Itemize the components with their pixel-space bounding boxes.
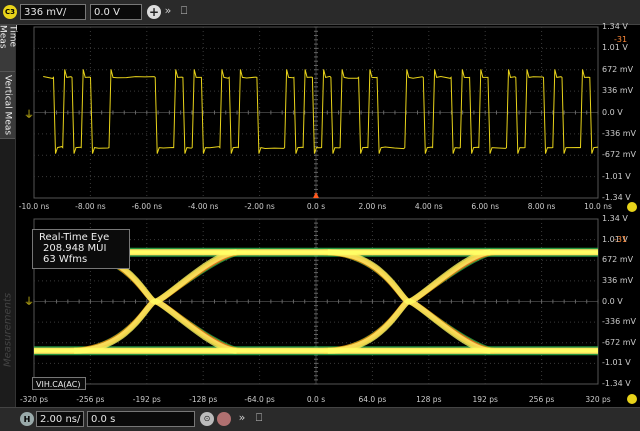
lower-y-tick: -1.01 V <box>602 358 631 367</box>
upper-marker-text: -31 <box>614 35 627 44</box>
expand-chevron-icon[interactable]: » <box>236 411 248 425</box>
upper-y-tick: 672 mV <box>602 65 633 74</box>
lower-x-tick: -192 ps <box>133 395 161 404</box>
channel-marker-icon <box>627 202 637 212</box>
eye-box-mui: 208.948 MUI <box>43 243 106 254</box>
lower-y-tick: 1.34 V <box>602 214 628 223</box>
lower-y-tick: -672 mV <box>602 338 636 347</box>
lower-x-tick: 0.0 s <box>307 395 325 404</box>
lower-x-tick: -128 ps <box>189 395 217 404</box>
scope-display: ⏚⏚ <box>0 0 640 430</box>
upper-x-tick: -6.00 ns <box>132 202 162 211</box>
waveform-trace <box>43 69 598 153</box>
upper-x-tick: 0.0 s <box>307 202 325 211</box>
upper-x-tick: 6.00 ns <box>471 202 499 211</box>
upper-grid <box>34 27 598 198</box>
upper-x-tick: -8.00 ns <box>75 202 105 211</box>
timebase-field[interactable]: 2.00 ns/ <box>36 411 84 427</box>
lower-x-tick: -320 ps <box>20 395 48 404</box>
upper-x-tick: -4.00 ns <box>188 202 218 211</box>
trigger-marker <box>313 192 319 198</box>
channel-marker-icon <box>627 394 637 404</box>
position-field[interactable]: 0.0 s <box>87 411 195 427</box>
upper-y-tick: 336 mV <box>602 86 633 95</box>
lower-x-tick: 192 ps <box>473 395 498 404</box>
vih-label-box[interactable]: VIH.CA(AC) <box>32 377 86 390</box>
zoom-icon[interactable]: ⊙ <box>200 412 214 426</box>
upper-x-tick: 10.0 ns <box>584 202 612 211</box>
upper-y-tick: 0.0 V <box>602 108 623 117</box>
upper-y-tick: -1.34 V <box>602 193 631 202</box>
ground-marker-icon: ⏚ <box>24 296 34 308</box>
lower-x-tick: -256 ps <box>76 395 104 404</box>
record-icon[interactable] <box>217 412 231 426</box>
pin-icon[interactable]: ⎕ <box>253 411 265 425</box>
lower-y-tick: 336 mV <box>602 276 633 285</box>
upper-y-tick: 1.34 V <box>602 22 628 31</box>
lower-x-tick: 128 ps <box>416 395 441 404</box>
lower-x-tick: 256 ps <box>529 395 554 404</box>
lower-y-tick: 0.0 V <box>602 297 623 306</box>
horizontal-badge[interactable]: H <box>20 412 34 426</box>
ground-marker-icon: ⏚ <box>24 109 34 121</box>
upper-y-tick: 1.01 V <box>602 43 628 52</box>
eye-box-title: Real-Time Eye <box>39 232 109 243</box>
lower-y-tick: 672 mV <box>602 255 633 264</box>
upper-y-tick: -1.01 V <box>602 172 631 181</box>
lower-x-tick: 64.0 ps <box>359 395 387 404</box>
lower-marker-text: -31 <box>614 235 627 244</box>
upper-x-tick: 4.00 ns <box>415 202 443 211</box>
upper-x-tick: 2.00 ns <box>359 202 387 211</box>
upper-x-tick: -10.0 ns <box>19 202 49 211</box>
eye-measurement-box[interactable]: Real-Time Eye 208.948 MUI 63 Wfms <box>32 229 130 269</box>
lower-x-tick: -64.0 ps <box>244 395 274 404</box>
lower-y-tick: -336 mV <box>602 317 636 326</box>
upper-x-tick: -2.00 ns <box>244 202 274 211</box>
upper-y-tick: -336 mV <box>602 129 636 138</box>
lower-y-tick: -1.34 V <box>602 379 631 388</box>
upper-x-tick: 8.00 ns <box>528 202 556 211</box>
horizontal-toolbar: H 2.00 ns/ 0.0 s ⊙ » ⎕ <box>0 407 640 431</box>
eye-box-wfms: 63 Wfms <box>43 254 87 265</box>
lower-x-tick: 320 ps <box>585 395 610 404</box>
upper-y-tick: -672 mV <box>602 150 636 159</box>
